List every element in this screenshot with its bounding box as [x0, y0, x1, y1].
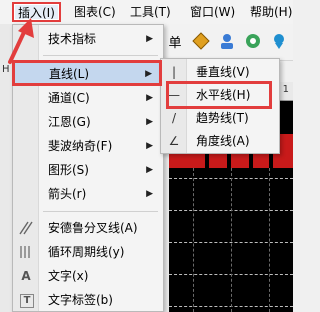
- menu-chart[interactable]: 图表(C): [70, 3, 120, 21]
- menu-item-cycle-lines[interactable]: 循环周期线(y): [14, 241, 162, 263]
- menu-item-label: 图形(S): [48, 163, 89, 177]
- andrews-pitchfork-icon: [17, 220, 35, 236]
- submenu-item-angle-line[interactable]: ∠ 角度线(A): [162, 130, 278, 152]
- toolbar-partial-label: 单: [168, 35, 182, 51]
- menu-tools[interactable]: 工具(T): [126, 3, 175, 21]
- menu-window[interactable]: 窗口(W): [186, 3, 239, 21]
- trend-line-icon: /: [171, 111, 177, 125]
- menu-item-label: 通道(C): [48, 91, 90, 105]
- submenu-arrow-icon: ▶: [146, 165, 153, 175]
- submenu-arrow-icon: ▶: [146, 117, 153, 127]
- menu-item-shapes[interactable]: 图形(S) ▶: [14, 159, 162, 181]
- submenu-arrow-icon: ▶: [146, 34, 153, 44]
- person-icon[interactable]: [216, 30, 238, 52]
- highlight-box-horizontal-line: [166, 81, 272, 109]
- menu-bar: 插入(I) 图表(C) 工具(T) 窗口(W) 帮助(H): [0, 0, 293, 25]
- grid-line: [269, 168, 270, 312]
- submenu-item-label: 角度线(A): [196, 134, 250, 148]
- submenu-item-trend-line[interactable]: / 趋势线(T): [162, 107, 278, 129]
- menu-item-label: 技术指标: [48, 32, 97, 46]
- ribbon-icon[interactable]: [268, 30, 290, 52]
- grid-line: [193, 168, 194, 312]
- cycle-lines-icon: [17, 244, 35, 260]
- menu-item-label: 文字(x): [48, 269, 89, 283]
- menu-item-text-label[interactable]: T 文字标签(b): [14, 289, 162, 311]
- menu-item-andrews-pitchfork[interactable]: 安德鲁分叉线(A): [14, 217, 162, 239]
- menu-separator: [43, 211, 158, 212]
- menu-help[interactable]: 帮助(H): [246, 3, 296, 21]
- menu-item-channel[interactable]: 通道(C) ▶: [14, 87, 162, 109]
- left-panel-label: H: [2, 64, 10, 75]
- submenu-item-vertical-line[interactable]: | 垂直线(V): [162, 61, 278, 83]
- submenu-arrow-icon: ▶: [146, 141, 153, 151]
- menu-item-arrows[interactable]: 箭头(r) ▶: [14, 183, 162, 205]
- menu-item-label: 江恩(G): [48, 115, 91, 129]
- menu-item-gann[interactable]: 江恩(G) ▶: [14, 111, 162, 133]
- menu-separator: [43, 55, 158, 56]
- submenu-arrow-icon: ▶: [146, 189, 153, 199]
- radio-icon[interactable]: [242, 30, 264, 52]
- menu-item-text[interactable]: A 文字(x): [14, 265, 162, 287]
- menu-item-label: 文字标签(b): [48, 293, 113, 307]
- highlight-box-line-item: [12, 60, 162, 86]
- text-icon: A: [21, 269, 31, 283]
- menu-item-label: 安德鲁分叉线(A): [48, 221, 138, 235]
- text-label-icon: T: [20, 294, 34, 308]
- menu-item-indicators[interactable]: 技术指标 ▶: [14, 28, 162, 50]
- menu-item-label: 箭头(r): [48, 187, 87, 201]
- menu-item-fibonacci[interactable]: 斐波纳奇(F) ▶: [14, 135, 162, 157]
- submenu-item-label: 垂直线(V): [196, 65, 250, 79]
- diamond-icon[interactable]: [190, 30, 212, 52]
- vertical-line-icon: |: [171, 65, 177, 79]
- menu-insert[interactable]: 插入(I): [12, 2, 61, 22]
- menu-item-label: 循环周期线(y): [48, 245, 125, 259]
- submenu-arrow-icon: ▶: [146, 93, 153, 103]
- grid-line: [231, 168, 232, 312]
- menu-item-label: 斐波纳奇(F): [48, 139, 113, 153]
- angle-line-icon: ∠: [168, 134, 180, 148]
- submenu-item-label: 趋势线(T): [196, 111, 249, 125]
